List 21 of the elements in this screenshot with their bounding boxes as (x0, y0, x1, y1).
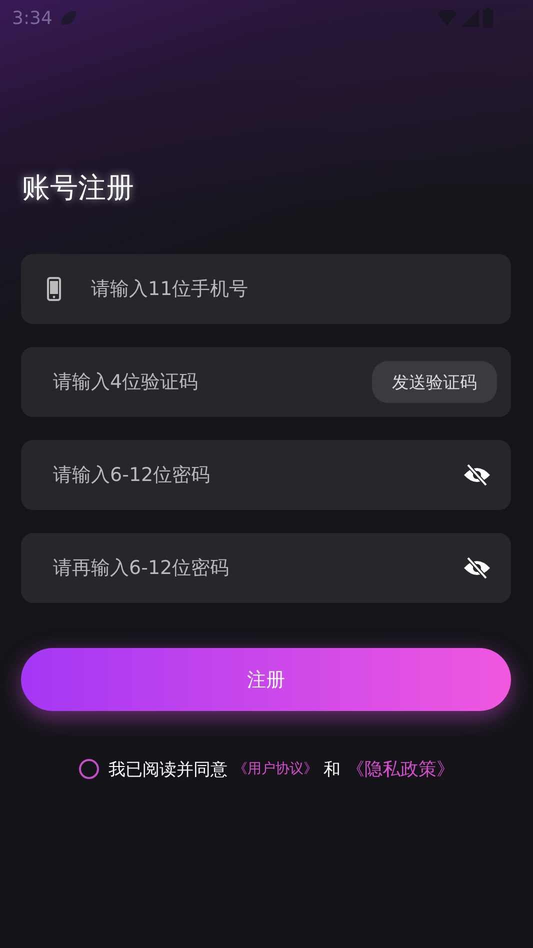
status-time: 3:34 (12, 8, 52, 28)
text-input[interactable]: 请输入6-12位密码 (51, 463, 463, 487)
agreement-text: 我已阅读并同意 (108, 758, 228, 780)
input-field[interactable]: 请输入4位验证码 发送验证码 (21, 347, 511, 417)
agreement-link[interactable]: 《用户协议》 (234, 760, 318, 778)
register-button[interactable]: 注册 (21, 648, 511, 711)
input-field[interactable]: 请再输入6-12位密码 (21, 533, 511, 603)
eye-off-icon[interactable] (463, 463, 491, 487)
agreement-text: 和 (324, 758, 340, 780)
leaf-icon (58, 8, 78, 28)
agreement-link[interactable]: 《隐私政策》 (346, 757, 454, 781)
page-title: 账号注册 (22, 170, 134, 206)
agree-checkbox[interactable] (78, 759, 98, 779)
send-code-button[interactable]: 发送验证码 (372, 361, 497, 403)
text-input[interactable]: 请输入4位验证码 (51, 370, 372, 394)
eye-off-icon[interactable] (463, 556, 491, 580)
text-input[interactable]: 请输入11位手机号 (89, 277, 497, 301)
input-field[interactable]: 请输入6-12位密码 (21, 440, 511, 510)
phone-icon (47, 277, 61, 301)
text-input[interactable]: 请再输入6-12位密码 (51, 556, 463, 580)
input-field[interactable]: 请输入11位手机号 (21, 254, 511, 324)
